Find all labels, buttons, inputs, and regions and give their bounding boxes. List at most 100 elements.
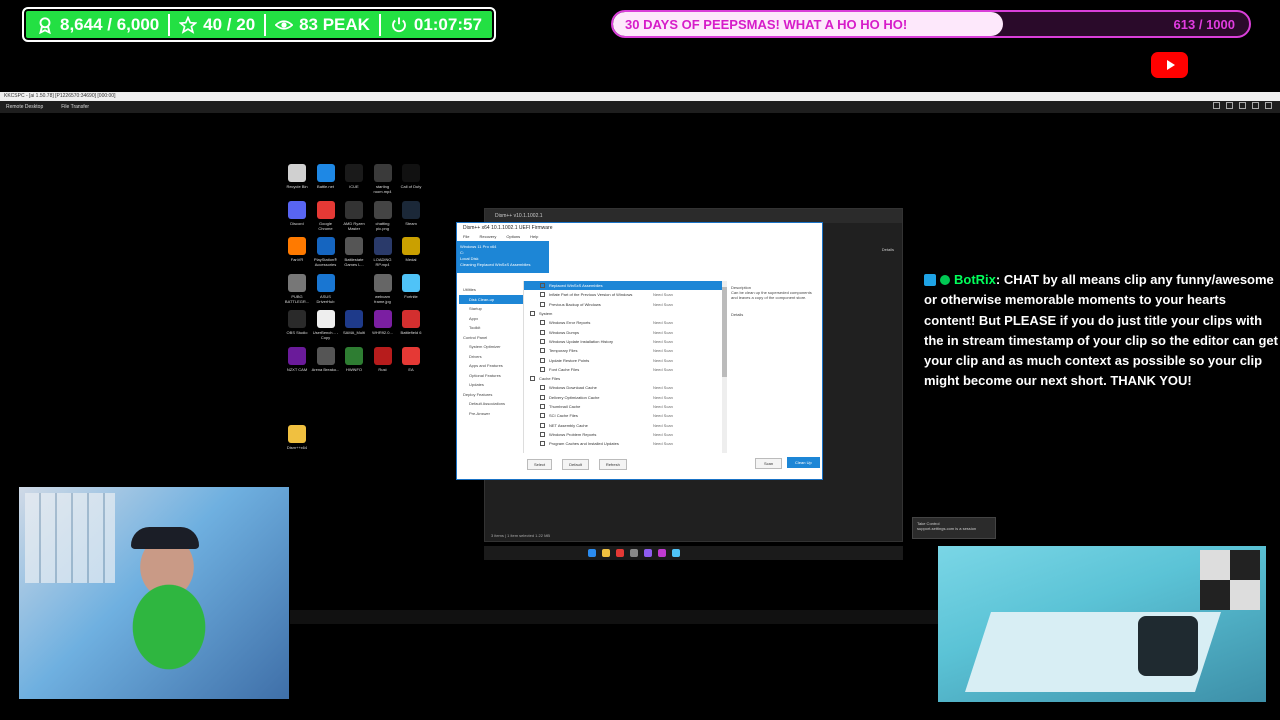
refresh-button[interactable]: Refresh <box>598 459 627 470</box>
dism-sidebar-item[interactable]: Pre-Answer <box>459 409 523 419</box>
dism-session-banner[interactable]: Windows 11 Pro x64 C: Local Disk Cleaning R… <box>457 241 549 273</box>
dism-sidebar-item[interactable]: Utilities <box>459 285 523 295</box>
dism-menu-item[interactable]: Recovery <box>479 234 496 241</box>
desktop-icon[interactable]: HWiNFO <box>340 346 368 372</box>
chrome-icon[interactable] <box>616 549 624 557</box>
item-checkbox[interactable] <box>540 348 545 354</box>
cleanup-item-row[interactable]: Temporary Files Need Scan <box>524 346 727 355</box>
cleanup-item-row[interactable]: SCI Cache Files Need Scan <box>524 411 727 420</box>
desktop-icon[interactable]: webcam frame.jpg <box>369 273 397 304</box>
monitor-icon[interactable] <box>1239 102 1246 109</box>
dism-sidebar-item[interactable]: Appx <box>459 314 523 324</box>
app-icon[interactable] <box>658 549 666 557</box>
dism-sidebar-item[interactable]: Startup <box>459 304 523 314</box>
desktop-icon[interactable]: Medal <box>397 237 425 262</box>
obs-icon[interactable] <box>630 549 638 557</box>
cleanup-item-row[interactable]: Windows Dumps Need Scan <box>524 327 727 336</box>
dism-sidebar-item[interactable]: System Optimizer <box>459 342 523 352</box>
fullscreen-icon[interactable] <box>1213 102 1220 109</box>
desktop-icon[interactable]: Dism++x64 <box>283 424 311 450</box>
item-checkbox[interactable] <box>540 422 545 428</box>
cleanup-item-row[interactable]: Program Caches and Installed Updates Need… <box>524 439 727 448</box>
desktop-icon[interactable]: Steam <box>397 200 425 226</box>
desktop-icon[interactable]: Call of Duty <box>397 164 425 189</box>
desktop-icon[interactable]: AMD Ryzen Master <box>340 200 368 231</box>
cleanup-list-scrollbar[interactable] <box>722 281 727 453</box>
desktop-icon[interactable]: WHR92.0... <box>369 310 397 335</box>
file-transfer-tab[interactable]: File Transfer <box>61 104 89 110</box>
dism-sidebar-item[interactable]: Updates <box>459 380 523 390</box>
scan-button[interactable]: Scan <box>755 458 783 469</box>
item-checkbox[interactable] <box>540 441 545 447</box>
dism-menu-item[interactable]: Options <box>506 234 520 241</box>
desktop-icon[interactable]: Arena Breako... <box>312 346 340 372</box>
keyboard-icon[interactable] <box>1226 102 1233 109</box>
item-checkbox[interactable] <box>540 431 545 437</box>
dism-sidebar-item[interactable]: Default Associations <box>459 399 523 409</box>
cleanup-item-row[interactable]: Inflate Part of the Previous Version of … <box>524 290 727 299</box>
take-control-notification[interactable]: Take Control support-settings.com is a s… <box>912 517 996 539</box>
desktop-icon[interactable]: Recycle Bin <box>283 164 311 189</box>
dism-menu-item[interactable]: Help <box>530 234 538 241</box>
desktop-icon[interactable]: LOADING RP.mp4 <box>369 237 397 267</box>
cleanup-item-row[interactable]: Delivery Optimization Cache Need Scan <box>524 393 727 402</box>
item-checkbox[interactable] <box>540 283 545 289</box>
desktop-icon[interactable] <box>340 273 368 294</box>
desktop-icon[interactable]: UserBench... - Copy <box>312 310 340 340</box>
desktop-icon[interactable]: PlayStation® Accessories <box>312 237 340 267</box>
desktop-icon[interactable]: Fortnite <box>397 273 425 299</box>
desktop-icon[interactable]: chatting pic.png <box>369 200 397 231</box>
item-checkbox[interactable] <box>530 311 535 317</box>
settings-icon[interactable] <box>1252 102 1259 109</box>
item-checkbox[interactable] <box>540 366 545 372</box>
cleanup-item-row[interactable]: Cache Files <box>524 374 727 383</box>
dism-sidebar-item[interactable]: Drivers <box>459 352 523 362</box>
cleanup-item-row[interactable]: NET Assembly Cache Need Scan <box>524 420 727 429</box>
desktop-icon[interactable]: Battle.net <box>312 164 340 189</box>
dism-sidebar-item[interactable]: Disk Clean-up <box>459 294 523 304</box>
desktop-icon[interactable]: Battlestate Games L... <box>340 237 368 267</box>
desktop-icon[interactable]: iCUE <box>340 164 368 189</box>
item-checkbox[interactable] <box>540 338 545 344</box>
item-checkbox[interactable] <box>540 385 545 391</box>
cleanup-item-row[interactable]: Thumbnail Cache Need Scan <box>524 402 727 411</box>
select-button[interactable]: Select <box>527 459 553 470</box>
clean-up-button[interactable]: Clean Up <box>787 457 820 468</box>
desktop-icon[interactable]: EA <box>397 346 425 372</box>
folder-icon[interactable] <box>602 549 610 557</box>
desktop-icon[interactable]: Google Chrome <box>312 200 340 231</box>
close-icon[interactable] <box>1265 102 1272 109</box>
desktop-icon[interactable]: PUBG BATTLEGR... <box>283 273 311 304</box>
default-button[interactable]: Default <box>562 459 589 470</box>
desktop-icon[interactable]: Battlefield 6 <box>397 310 425 335</box>
desktop-icon[interactable]: FanVR <box>283 237 311 262</box>
item-checkbox[interactable] <box>540 394 545 400</box>
cleanup-item-row[interactable]: Replaced WinSxS Assemblies <box>524 281 727 291</box>
discord-icon[interactable] <box>644 549 652 557</box>
item-checkbox[interactable] <box>540 292 545 298</box>
desktop-icon[interactable]: starting room.mp4 <box>369 164 397 194</box>
cleanup-item-row[interactable]: Font Cache Files Need Scan <box>524 365 727 374</box>
desktop-icon[interactable]: OBS Studio <box>283 310 311 335</box>
item-checkbox[interactable] <box>540 301 545 307</box>
dism-window[interactable]: Dism++ x64 10.1.1002.1 UEFI Firmware Fil… <box>456 222 823 480</box>
desktop-icon[interactable]: NZXT CAM <box>283 346 311 372</box>
dism-sidebar-item[interactable]: Apps and Features <box>459 361 523 371</box>
dism-menu-item[interactable]: File <box>463 234 469 241</box>
item-checkbox[interactable] <box>540 404 545 409</box>
explorer-details-button[interactable]: Details <box>882 247 894 252</box>
desktop-icon[interactable]: SAMA_Multi <box>340 310 368 335</box>
cleanup-item-row[interactable]: Windows Problem Reports Need Scan <box>524 430 727 439</box>
cleanup-item-row[interactable]: Windows Error Reports Need Scan <box>524 318 727 327</box>
remote-app-icon[interactable] <box>672 549 680 557</box>
start-icon[interactable] <box>588 549 596 557</box>
item-checkbox[interactable] <box>540 357 545 363</box>
dism-sidebar-item[interactable]: Deploy Features <box>459 390 523 400</box>
cleanup-item-row[interactable]: Windows Update Installation History Need … <box>524 337 727 346</box>
desktop-icon[interactable]: Rust <box>369 346 397 372</box>
cleanup-item-row[interactable]: Update Restore Points Need Scan <box>524 355 727 364</box>
remote-desktop-tab[interactable]: Remote Desktop <box>6 104 43 110</box>
dism-sidebar-item[interactable]: Optional Features <box>459 371 523 381</box>
desktop-icon[interactable]: Discord <box>283 200 311 226</box>
cleanup-item-row[interactable]: System <box>524 309 727 318</box>
